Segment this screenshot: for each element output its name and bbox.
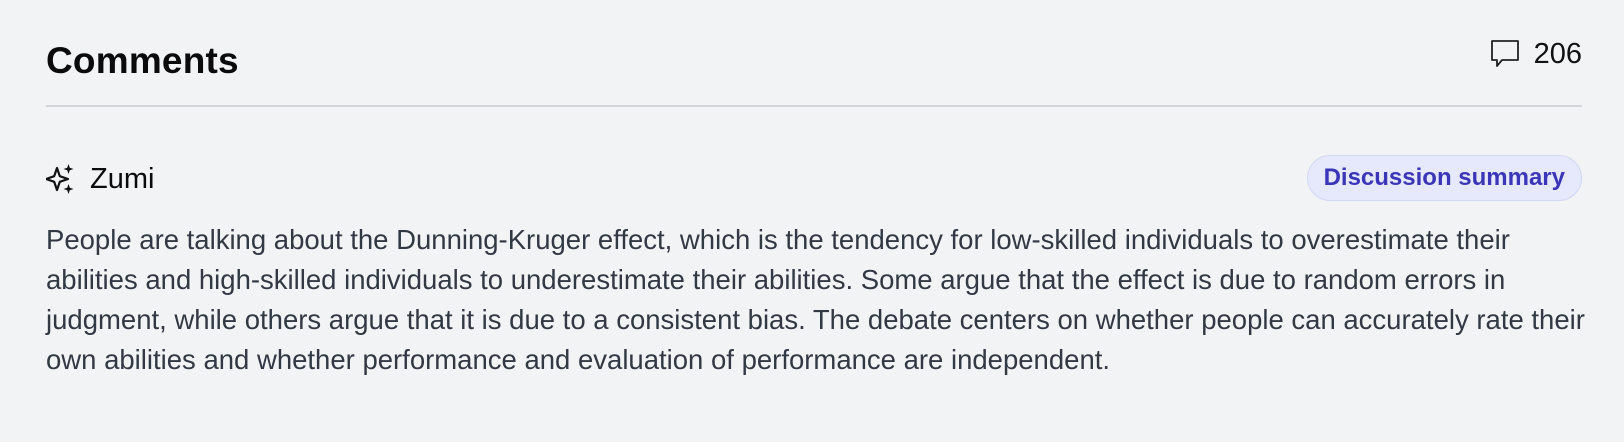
- comment-count-value: 206: [1533, 38, 1582, 70]
- discussion-summary-text: People are talking about the Dunning-Kru…: [46, 224, 1585, 375]
- comments-title: Comments: [46, 40, 239, 81]
- summary-author-name: Zumi: [90, 163, 155, 195]
- comments-section: Comments 206 Zumi Discussion summary Peo…: [46, 0, 1585, 375]
- comment-count[interactable]: 206: [1490, 36, 1582, 72]
- sparkle-icon: [46, 164, 74, 194]
- speech-bubble-icon: [1490, 39, 1520, 69]
- summary-author: Zumi: [46, 160, 154, 198]
- comments-header: Comments 206: [46, 0, 1582, 107]
- discussion-summary-button[interactable]: Discussion summary: [1306, 155, 1582, 201]
- summary-header: Zumi Discussion summary: [46, 155, 1582, 203]
